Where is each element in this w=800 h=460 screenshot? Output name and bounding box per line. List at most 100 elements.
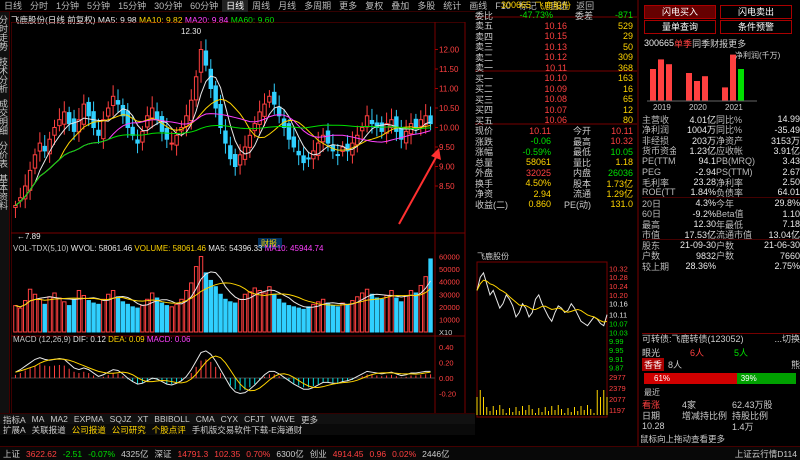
toolbar-item[interactable]: 统计 (439, 0, 465, 12)
intraday-price-line (476, 271, 608, 327)
stat-row-cell: PE(动) (563, 199, 591, 210)
candle (154, 111, 160, 121)
candle (272, 91, 277, 105)
volume-bar (96, 303, 101, 333)
scroll-tip: 鼠标向上拖动查看更多 (640, 434, 726, 444)
indicator-tab[interactable]: MA (29, 414, 48, 424)
toolbar-item[interactable]: 60分钟 (186, 0, 222, 12)
volume-bar (325, 302, 331, 333)
ask-row-cell: 10.12 (544, 52, 567, 63)
news-tab[interactable]: 手机版交易软件下载-E海通财 (189, 424, 306, 435)
vol-header: VOL-TDX(5,10) WVOL: 58061.46 VOLUME: 580… (13, 244, 324, 253)
order-query-button[interactable]: 量单查询 (644, 20, 716, 34)
indicator-tab[interactable]: MA2 (47, 414, 70, 424)
toolbar-item[interactable]: 更多 (335, 0, 361, 12)
volume-bar (272, 293, 277, 333)
toolbar-item[interactable]: 15分钟 (114, 0, 150, 12)
toolbar-item[interactable]: 多周期 (300, 0, 335, 12)
ask-row-cell: 29 (622, 31, 633, 42)
fin-chart-title: 净利润(千万) (735, 51, 781, 60)
intraday-ytick: 10.24 (609, 282, 628, 291)
toolbar-item[interactable]: 复权 (361, 0, 387, 12)
toolbar-item[interactable]: 月线 (274, 0, 300, 12)
fin-cell: 3.43 (782, 156, 800, 167)
indicator-tab[interactable]: CYX (218, 414, 241, 424)
candle (218, 103, 223, 128)
toolbar-item[interactable]: 30分钟 (150, 0, 186, 12)
stat-row-cell: -0.59% (522, 146, 551, 157)
indicator-tab[interactable]: WAVE (268, 414, 298, 424)
news-tab[interactable]: 关联报道 (29, 424, 69, 435)
indicator-tab[interactable]: 指标A (0, 414, 29, 425)
indicator-tab[interactable]: CMA (193, 414, 218, 424)
volume-bar (47, 296, 52, 333)
volume-bar (306, 306, 311, 333)
indicator-tab[interactable]: BBIBOLL (151, 414, 192, 424)
toolbar-item[interactable]: 多股 (413, 0, 439, 12)
candle (237, 154, 243, 166)
fin-cell: 29.8% (774, 198, 800, 209)
toolbar-item[interactable]: 叠加 (387, 0, 413, 12)
volume-bar (403, 295, 409, 333)
toolbar-item[interactable]: 周线 (248, 0, 274, 12)
left-tab[interactable]: 成交明细 (0, 96, 10, 138)
volume-bar (42, 303, 47, 333)
volume-bar (18, 307, 23, 333)
alert-button[interactable]: 条件预警 (720, 20, 792, 34)
kline-chart[interactable]: 12.00 11.50 11.00 10.50 10.00 9.50 9.00 8.50 12.… (11, 22, 475, 435)
flash-buy-button[interactable]: 闪电买入 (644, 5, 716, 19)
fin-tab[interactable]: 同季 (692, 37, 710, 50)
volume-bar (345, 303, 350, 333)
left-tab[interactable]: 基本资料 (0, 171, 10, 213)
stat-row-cell: 收益(二) (475, 199, 508, 210)
bond-label[interactable]: 可转债:飞鹿转债(123052) (642, 332, 744, 345)
flash-sell-button[interactable]: 闪电卖出 (720, 5, 792, 19)
toolbar-item[interactable]: 日线 (222, 0, 249, 12)
news-tab[interactable]: 公司研究 (109, 424, 149, 435)
candle (184, 115, 189, 128)
fin-tab[interactable]: 更多 (728, 37, 746, 50)
bond-switch[interactable]: ...切换 (774, 332, 800, 345)
fin-row: 货币资金 1.23亿 应收帐 3.91亿 (642, 146, 800, 156)
candle (169, 142, 174, 145)
news-tab[interactable]: 公司报道 (69, 424, 109, 435)
fin-tab[interactable]: 财报 (710, 37, 728, 50)
ask-row-cell: 10.11 (545, 62, 567, 73)
toolbar-item[interactable]: 分时 (26, 0, 52, 12)
left-tab[interactable]: 技术分析 (0, 54, 10, 96)
status-item: 0.70% (246, 448, 271, 459)
indicator-tab[interactable]: EXPMA (71, 414, 107, 424)
fin-header: 300665 单季 同季 财报 更多 (644, 38, 746, 49)
ma60-line (15, 124, 431, 206)
indicator-tab[interactable]: CFJT (241, 414, 268, 424)
toolbar-item[interactable]: 日线 (0, 0, 26, 12)
candle (149, 107, 155, 119)
fin-tab[interactable]: 单季 (674, 37, 692, 50)
indicator-tab[interactable]: SQJZ (107, 414, 135, 424)
indicator-tab[interactable]: 更多 (298, 414, 321, 425)
eyes-row: 眼光 6人 5人 (642, 347, 800, 358)
indicator-tab[interactable]: XT (134, 414, 151, 424)
ask-row-cell: 10.13 (544, 41, 567, 52)
volume-bar (203, 272, 209, 333)
vol-ytick: 40000 (439, 278, 460, 287)
status-item: 3622.62 (26, 448, 57, 459)
fin-cell: 2.75% (774, 261, 800, 272)
news-tab[interactable]: 个股点评 (149, 424, 189, 435)
left-tab[interactable]: 分时走势 (0, 12, 10, 54)
ask-row-cell: 368 (617, 62, 633, 73)
fin-cell: 7660 (779, 250, 800, 261)
volume-bar (120, 301, 126, 333)
toolbar-item[interactable]: 5分钟 (83, 0, 114, 12)
holder-cell: 增减持比例 (682, 410, 728, 421)
intraday-ytick: 9.91 (609, 355, 624, 364)
volume-bar (81, 295, 87, 333)
volume-bar (423, 276, 428, 333)
fin-year-label: 2019 (653, 103, 671, 112)
toolbar-item[interactable]: 1分钟 (52, 0, 83, 12)
left-tab[interactable]: 分价表 (0, 138, 10, 171)
up-count: 6人 (690, 347, 705, 358)
news-tab[interactable]: 扩展A (0, 424, 29, 435)
quote-header: 300665 飞鹿股份 (475, 0, 571, 11)
intraday-ytick: 9.99 (609, 337, 624, 346)
